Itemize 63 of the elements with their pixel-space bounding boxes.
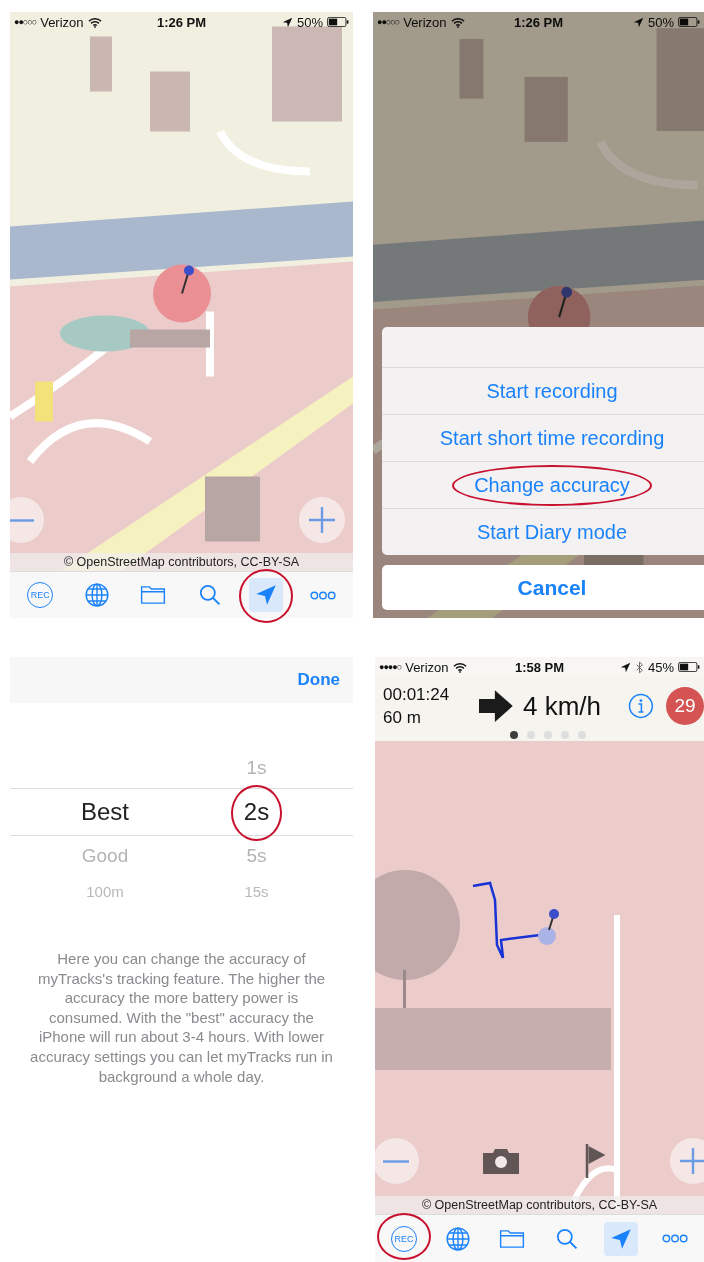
signal-strength: ●●○○○ <box>14 17 37 27</box>
picker-option[interactable]: 15s <box>244 882 269 900</box>
location-arrow-icon <box>619 661 631 673</box>
cancel-button[interactable]: Cancel <box>382 565 704 610</box>
carrier-name: Verizon <box>40 14 84 30</box>
minus-icon <box>381 1159 411 1163</box>
flag-icon[interactable] <box>583 1143 608 1179</box>
battery-percent: 45% <box>647 659 674 675</box>
location-arrow-icon <box>281 16 293 28</box>
picker-option[interactable]: 5s <box>246 845 267 867</box>
picker-option[interactable]: Good <box>81 845 129 867</box>
picker-option[interactable]: 1s <box>246 757 267 779</box>
battery-percent: 50% <box>647 14 674 30</box>
picker-option[interactable]: Best <box>81 798 129 826</box>
zoom-out-button[interactable] <box>10 497 44 543</box>
more-icon <box>661 1234 688 1243</box>
picker-option[interactable]: 2s <box>243 798 270 826</box>
minus-icon <box>10 518 36 522</box>
carrier-name: Verizon <box>403 14 447 30</box>
page-dot[interactable] <box>578 731 586 739</box>
zoom-in-button[interactable] <box>299 497 345 543</box>
map-attribution: © OpenStreetMap contributors, CC-BY-SA <box>10 553 353 571</box>
done-button[interactable]: Done <box>293 666 344 694</box>
action-item[interactable]: Start Diary mode <box>382 508 704 555</box>
more-icon <box>309 590 336 600</box>
wifi-icon <box>452 661 467 673</box>
description-text: Here you can change the accuracy of myTracks's tracking feature. The higher the accuracy the more battery power is consumed. With the "best" accuracy the iPhone will run about 3-4 hours. With lower accuracy settings you can let myTracks run in background a whole day. <box>29 949 334 1087</box>
page-dot[interactable] <box>544 731 552 739</box>
direction-arrow-icon <box>479 690 513 722</box>
page-dot[interactable] <box>561 731 569 739</box>
status-time: 1:26 PM <box>513 14 564 30</box>
battery-icon <box>678 662 700 672</box>
plus-icon <box>678 1146 704 1176</box>
count-badge: 29 <box>666 687 704 725</box>
elapsed-time: 00:01:24 <box>383 684 451 705</box>
carrier-name: Verizon <box>405 659 449 675</box>
distance-value: 60 m <box>383 707 422 728</box>
location-arrow-icon <box>632 16 644 28</box>
page-dot[interactable] <box>510 731 518 739</box>
page-dot[interactable] <box>527 731 535 739</box>
wifi-icon <box>450 16 465 28</box>
wifi-icon <box>87 16 102 28</box>
zoom-in-button[interactable] <box>670 1138 704 1184</box>
info-icon[interactable] <box>628 693 654 719</box>
globe-icon <box>83 582 110 608</box>
signal-strength: ●●○○○ <box>377 17 400 27</box>
location-button[interactable] <box>603 1221 638 1256</box>
speed-value: 4 km/h <box>523 690 603 722</box>
location-button[interactable] <box>249 578 284 612</box>
picker-option[interactable]: 100m <box>86 882 124 900</box>
status-time: 1:58 PM <box>514 659 565 675</box>
action-item[interactable]: Change accuracy <box>382 461 704 508</box>
battery-percent: 50% <box>296 14 323 30</box>
map-attribution: © OpenStreetMap contributors, CC-BY-SA <box>375 1196 704 1214</box>
status-time: 1:26 PM <box>156 14 207 30</box>
zoom-out-button[interactable] <box>375 1138 419 1184</box>
battery-icon <box>327 17 349 27</box>
action-item[interactable]: Start recording <box>382 367 704 414</box>
battery-icon <box>678 17 700 27</box>
signal-strength: ●●●●○ <box>379 662 402 672</box>
action-item[interactable]: Start short time recording <box>382 414 704 461</box>
globe-icon <box>445 1225 472 1252</box>
plus-icon <box>307 505 337 535</box>
